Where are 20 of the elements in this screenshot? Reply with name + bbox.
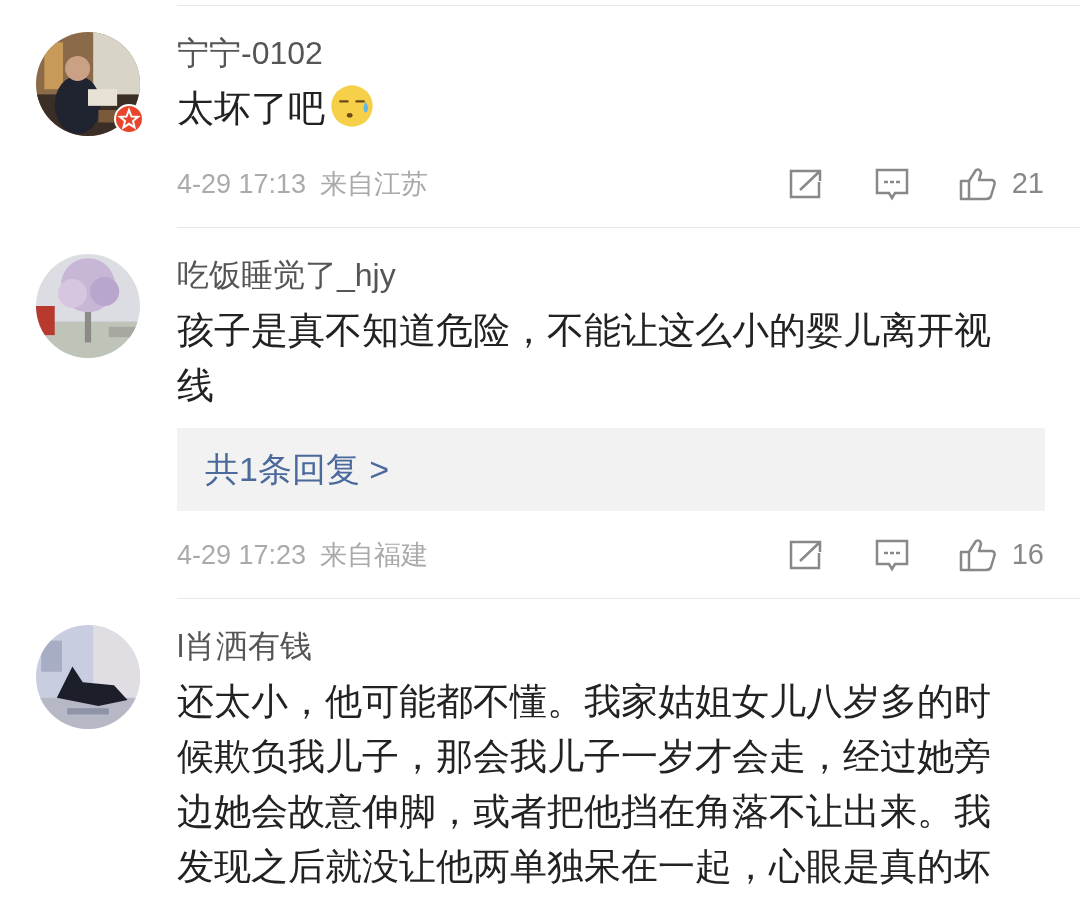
comment-location: 来自福建: [320, 538, 429, 572]
thumbs-up-icon[interactable]: [957, 537, 998, 573]
share-icon[interactable]: [787, 539, 824, 571]
comment-date: 4-29 17:23: [177, 538, 307, 572]
comment-icon[interactable]: [873, 167, 910, 201]
username[interactable]: l肖洒有钱: [177, 626, 313, 666]
reply-link[interactable]: 共1条回复 >: [177, 428, 1045, 511]
comment-date: 4-29 17:13: [177, 167, 307, 201]
comment-location: 来自江苏: [320, 167, 429, 201]
thumbs-up-icon[interactable]: [957, 166, 998, 202]
sweat-emoji-icon: [329, 83, 375, 129]
username[interactable]: 吃饭睡觉了_hjy: [177, 255, 396, 295]
username[interactable]: 宁宁-0102: [177, 33, 323, 73]
like-count: 21: [1011, 166, 1044, 202]
comment-text: 还太小，他可能都不懂。我家姑姐女儿八岁多的时候欺负我儿子，那会我儿子一岁才会走，经过她旁边她会故意伸脚，或者把他挡在角落不让出来。我发现之后就没让他两单独呆在一起，心眼是真的坏: [177, 680, 992, 889]
comment-text: 孩子是真不知道危险，不能让这么小的婴儿离开视线: [177, 309, 992, 408]
like-count: 16: [1011, 537, 1044, 573]
comment-text: 太坏了吧: [177, 81, 1022, 136]
share-icon[interactable]: [787, 168, 824, 200]
comment-icon[interactable]: [873, 538, 910, 572]
